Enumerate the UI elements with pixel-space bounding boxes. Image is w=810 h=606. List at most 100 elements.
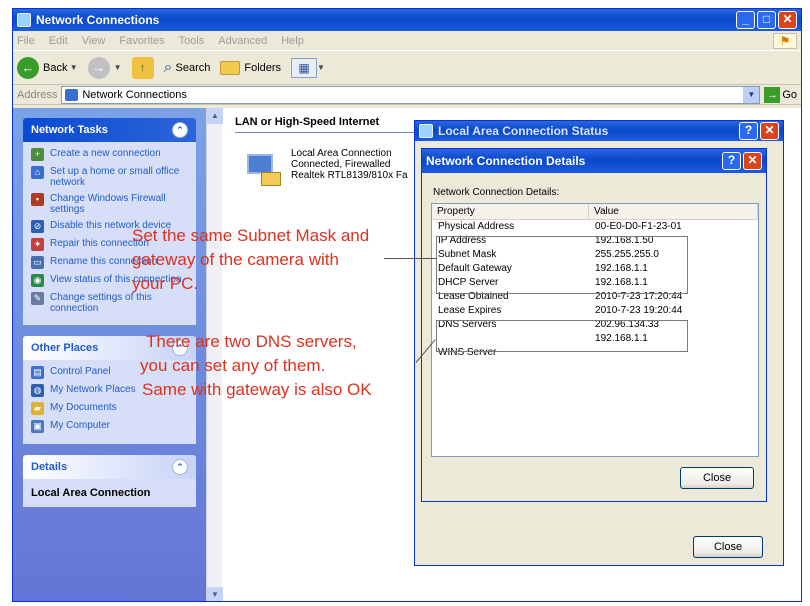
search-label: Search bbox=[175, 61, 211, 74]
subnet-annotation-line-3: your PC. bbox=[132, 274, 199, 293]
search-button[interactable]: ⌕ Search bbox=[164, 59, 211, 77]
go-button[interactable]: → Go bbox=[764, 86, 797, 103]
task-home-network[interactable]: ⌂ Set up a home or small office network bbox=[31, 166, 188, 188]
chevron-down-icon[interactable]: ▼ bbox=[743, 86, 760, 103]
status-dialog-title: Local Area Connection Status bbox=[438, 124, 609, 138]
menu-tools[interactable]: Tools bbox=[179, 35, 205, 47]
back-arrow-icon: ← bbox=[17, 56, 39, 79]
network-folder-icon bbox=[17, 13, 31, 27]
network-folder-icon bbox=[65, 88, 79, 101]
folders-label: Folders bbox=[244, 61, 282, 74]
menu-edit[interactable]: Edit bbox=[49, 35, 68, 47]
maximize-button[interactable]: □ bbox=[757, 11, 776, 29]
status-title-bar[interactable]: Local Area Connection Status ? ✕ bbox=[415, 121, 783, 141]
table-row[interactable]: Lease Expires 2010-7-23 19:20:44 bbox=[432, 304, 758, 318]
column-header-property[interactable]: Property bbox=[432, 204, 590, 219]
menu-help[interactable]: Help bbox=[281, 35, 304, 47]
firewall-icon: ▪ bbox=[31, 193, 44, 206]
help-button[interactable]: ? bbox=[739, 122, 758, 140]
details-title: Details bbox=[31, 461, 68, 473]
group-header: LAN or High-Speed Internet bbox=[235, 116, 380, 128]
minimize-button[interactable]: _ bbox=[736, 11, 755, 29]
local-area-connection-item[interactable]: Local Area Connection Connected, Firewal… bbox=[243, 148, 408, 188]
subnet-annotation-line-2: gateway of the camera with bbox=[132, 250, 339, 269]
details-title-bar[interactable]: Network Connection Details ? ✕ bbox=[422, 149, 766, 173]
views-button[interactable]: ▦ ▼ bbox=[291, 57, 325, 78]
menu-bar: File Edit View Favorites Tools Advanced … bbox=[13, 31, 801, 51]
up-button[interactable]: ↑ bbox=[131, 56, 154, 79]
network-tasks-header[interactable]: Network Tasks ⌃ bbox=[23, 118, 196, 142]
lan-connection-icon bbox=[419, 124, 433, 138]
address-label: Address bbox=[17, 88, 58, 101]
chevron-down-icon: ▼ bbox=[317, 63, 325, 72]
task-pane: Network Tasks ⌃ + Create a new connectio… bbox=[13, 108, 206, 601]
back-button[interactable]: ← Back ▼ bbox=[17, 56, 78, 79]
details-panel: Details ⌃ Local Area Connection bbox=[23, 455, 196, 507]
lan-connection-icon bbox=[243, 148, 283, 188]
go-label: Go bbox=[782, 88, 797, 101]
chevron-up-icon[interactable]: ⌃ bbox=[172, 459, 188, 475]
details-caption: Network Connection Details: bbox=[433, 187, 560, 198]
place-label: My Documents bbox=[50, 402, 117, 413]
status-close-button[interactable]: Close bbox=[693, 536, 763, 558]
details-header[interactable]: Details ⌃ bbox=[23, 455, 196, 479]
scroll-down-icon[interactable]: ▼ bbox=[207, 587, 223, 601]
task-pane-scrollbar[interactable]: ▲ ▼ bbox=[206, 108, 223, 601]
help-button[interactable]: ? bbox=[722, 152, 741, 170]
value-cell: 00-E0-D0-F1-23-01 bbox=[595, 221, 682, 232]
task-label: Create a new connection bbox=[50, 148, 161, 159]
value-cell: 2010-7-23 19:20:44 bbox=[595, 305, 683, 316]
scroll-up-icon[interactable]: ▲ bbox=[207, 108, 223, 124]
menu-favorites[interactable]: Favorites bbox=[119, 35, 164, 47]
standard-toolbar: ← Back ▼ → ▼ ↑ ⌕ Search Folders ▦ ▼ bbox=[13, 51, 801, 85]
property-cell: Physical Address bbox=[438, 221, 515, 232]
title-bar[interactable]: Network Connections _ □ ✕ bbox=[13, 9, 801, 31]
menu-file[interactable]: File bbox=[17, 35, 35, 47]
chevron-down-icon[interactable]: ▼ bbox=[67, 63, 78, 72]
details-dialog-title: Network Connection Details bbox=[426, 154, 586, 168]
close-button[interactable]: ✕ bbox=[760, 122, 779, 140]
menu-view[interactable]: View bbox=[82, 35, 106, 47]
property-cell: Lease Expires bbox=[438, 305, 502, 316]
rename-icon: ▭ bbox=[31, 256, 44, 269]
place-my-documents[interactable]: ▰ My Documents bbox=[31, 402, 188, 415]
table-row[interactable]: Physical Address 00-E0-D0-F1-23-01 bbox=[432, 220, 758, 234]
details-subtitle: Local Area Connection bbox=[31, 487, 151, 499]
address-value: Network Connections bbox=[82, 88, 187, 101]
window-title: Network Connections bbox=[36, 13, 160, 27]
close-button[interactable]: ✕ bbox=[778, 11, 797, 29]
new-connection-icon: + bbox=[31, 148, 44, 161]
task-firewall-settings[interactable]: ▪ Change Windows Firewall settings bbox=[31, 193, 188, 215]
subnet-annotation-line-1: Set the same Subnet Mask and bbox=[132, 226, 370, 245]
close-button[interactable]: ✕ bbox=[743, 152, 762, 170]
ip-gateway-highlight-box bbox=[436, 236, 688, 294]
connection-status: Connected, Firewalled bbox=[291, 159, 391, 170]
chevron-up-icon[interactable]: ⌃ bbox=[172, 122, 188, 138]
place-label: My Network Places bbox=[50, 384, 136, 395]
folders-button[interactable]: Folders bbox=[220, 60, 282, 75]
menu-advanced[interactable]: Advanced bbox=[218, 35, 267, 47]
repair-wrench-icon: ✦ bbox=[31, 238, 44, 251]
control-panel-icon: ▤ bbox=[31, 366, 44, 379]
task-label: Change Windows Firewall settings bbox=[50, 193, 166, 215]
chevron-down-icon[interactable]: ▼ bbox=[114, 63, 122, 72]
task-label: Set up a home or small office network bbox=[50, 166, 180, 188]
go-arrow-icon: → bbox=[764, 86, 781, 103]
views-grid-icon: ▦ bbox=[291, 57, 318, 78]
folder-icon bbox=[220, 60, 241, 75]
task-create-connection[interactable]: + Create a new connection bbox=[31, 148, 188, 161]
column-header-value[interactable]: Value bbox=[589, 204, 758, 219]
connection-device: Realtek RTL8139/810x Fa bbox=[291, 170, 408, 181]
windows-flag-icon: ⚑ bbox=[773, 32, 797, 49]
settings-document-icon: ✎ bbox=[31, 292, 44, 305]
network-tasks-title: Network Tasks bbox=[31, 124, 108, 136]
address-bar: Address Network Connections ▼ → Go bbox=[13, 85, 801, 105]
place-my-computer[interactable]: ▣ My Computer bbox=[31, 420, 188, 433]
details-close-button[interactable]: Close bbox=[680, 467, 754, 489]
address-input[interactable]: Network Connections ▼ bbox=[61, 85, 761, 104]
task-change-settings[interactable]: ✎ Change settings of this connection bbox=[31, 292, 188, 314]
place-label: Control Panel bbox=[50, 366, 111, 377]
forward-button[interactable]: → ▼ bbox=[87, 56, 122, 79]
home-network-icon: ⌂ bbox=[31, 166, 44, 179]
subnet-pointer-line bbox=[384, 258, 436, 259]
